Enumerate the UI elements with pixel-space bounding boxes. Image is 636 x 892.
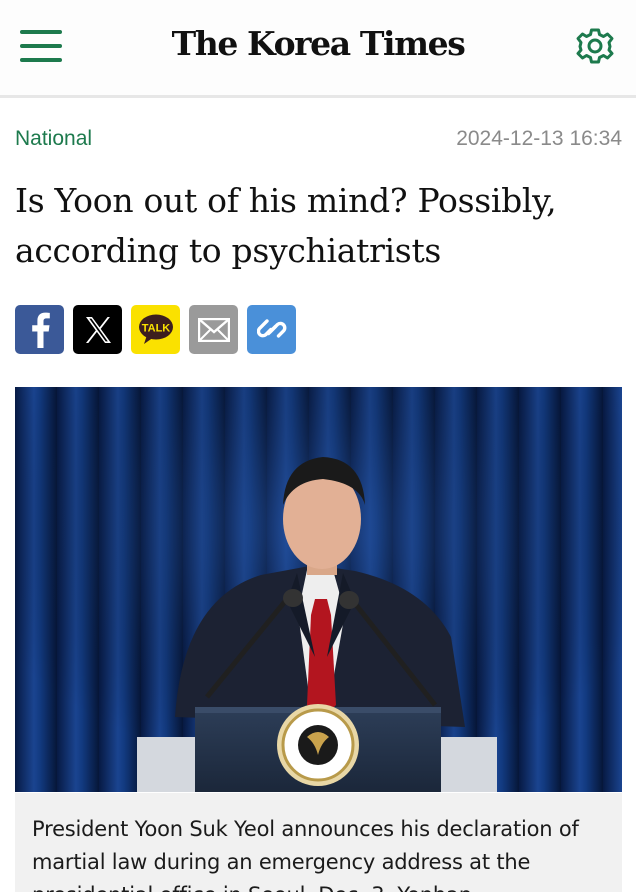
share-x-button[interactable] [73, 305, 122, 354]
publish-timestamp: 2024-12-13 16:34 [456, 127, 622, 150]
copy-link-button[interactable] [247, 305, 296, 354]
kakao-talk-label: TALK [141, 322, 170, 334]
share-kakaotalk-button[interactable]: TALK [131, 305, 180, 354]
article-photo [15, 387, 622, 792]
mail-icon [197, 317, 230, 342]
gear-icon[interactable] [575, 26, 615, 66]
article-page: The Korea Times National 2024-12-13 16:3… [0, 0, 636, 892]
facebook-icon [31, 312, 50, 348]
site-logo[interactable]: The Korea Times [0, 24, 636, 63]
share-bar: TALK [15, 305, 296, 354]
section-link[interactable]: National [15, 127, 92, 151]
share-email-button[interactable] [189, 305, 238, 354]
article-headline: Is Yoon out of his mind? Possibly, accor… [15, 181, 557, 270]
share-facebook-button[interactable] [15, 305, 64, 354]
photo-caption-box: President Yoon Suk Yeol announces his de… [15, 793, 622, 892]
link-icon [256, 318, 286, 338]
photo-caption: President Yoon Suk Yeol announces his de… [32, 817, 579, 892]
site-header: The Korea Times [0, 0, 636, 98]
kakaotalk-icon: TALK [138, 314, 173, 344]
x-icon [85, 316, 111, 343]
